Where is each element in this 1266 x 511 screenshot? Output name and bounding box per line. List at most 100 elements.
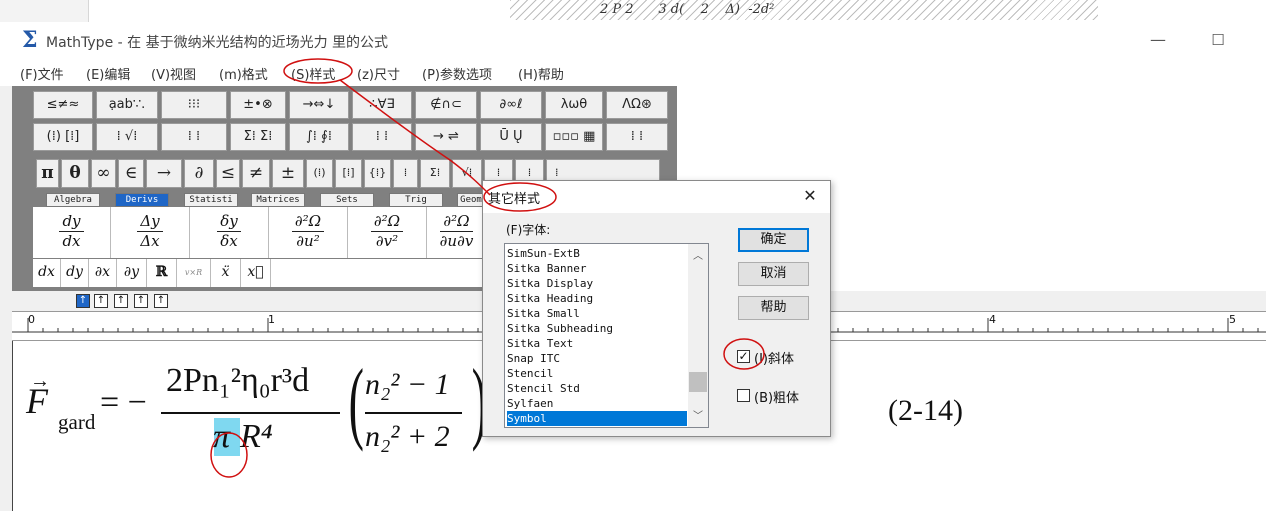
menu-size[interactable]: (z)尺寸 — [357, 64, 400, 83]
tab-algebra[interactable]: Algebra — [46, 193, 100, 207]
palette-summations[interactable]: Σ⁞ Σ⁞ — [230, 123, 286, 151]
palette-fractions-radicals[interactable]: ⁞ √⁞ — [96, 123, 158, 151]
ok-button[interactable]: 确定 — [738, 228, 809, 252]
font-option[interactable]: Sitka Heading — [507, 291, 687, 306]
tab-matrices[interactable]: Matrices — [251, 193, 305, 207]
template-brackets[interactable]: [⁞] — [335, 159, 362, 188]
menu-preferences[interactable]: (P)参数选项 — [422, 64, 492, 83]
palette-bars[interactable]: ⁞ ⁞ — [352, 123, 412, 151]
font-option[interactable]: SimSun-ExtB — [507, 246, 687, 261]
tab-trig[interactable]: Trig — [389, 193, 443, 207]
palette-operators[interactable]: ±•⊗ — [230, 91, 286, 119]
font-option[interactable]: Stencil Std — [507, 381, 687, 396]
symbol-pi[interactable]: π — [36, 159, 59, 188]
template-parentheses[interactable]: (⁞) — [306, 159, 333, 188]
scroll-down-icon[interactable]: ﹀ — [693, 407, 703, 422]
template-derivative-d[interactable]: dy dx — [33, 207, 111, 258]
font-option[interactable]: Sitka Banner — [507, 261, 687, 276]
close-icon[interactable]: ✕ — [800, 186, 820, 206]
palette-integrals[interactable]: ∫⁞ ∮⁞ — [289, 123, 349, 151]
symbol-element-of[interactable]: ∈ — [118, 159, 144, 188]
menu-style[interactable]: (S)样式 — [291, 64, 335, 83]
palette-labeled-arrows[interactable]: → ⇌ — [415, 123, 477, 151]
font-option[interactable]: Sitka Display — [507, 276, 687, 291]
cancel-button[interactable]: 取消 — [738, 262, 809, 286]
palette-arrows[interactable]: →⇔↓ — [289, 91, 349, 119]
help-button[interactable]: 帮助 — [738, 296, 809, 320]
formula-left-paren: ( — [348, 350, 364, 452]
font-option[interactable]: Sitka Subheading — [507, 321, 687, 336]
palette-sets[interactable]: ∉∩⊂ — [415, 91, 477, 119]
palette-embellishments[interactable]: ⁝⁝⁝ — [161, 91, 227, 119]
palette-scripts[interactable]: ⁞ ⁞ — [161, 123, 227, 151]
nav-button-2[interactable]: ↑ — [94, 294, 108, 308]
font-option[interactable]: Sitka Text — [507, 336, 687, 351]
font-option[interactable]: Sylfaen — [507, 396, 687, 411]
template-second-partial-v[interactable]: ∂²Ω ∂v² — [348, 207, 427, 258]
symbol-right-arrow[interactable]: → — [146, 159, 182, 188]
symbol-partial[interactable]: ∂ — [184, 159, 214, 188]
scroll-up-icon[interactable]: ︿ — [693, 247, 703, 262]
palette-relations[interactable]: ≤≠≈ — [33, 91, 93, 119]
tab-geom[interactable]: Geom — [457, 193, 485, 207]
palette-boxes[interactable]: ⁞ ⁞ — [606, 123, 668, 151]
template-dx[interactable]: dx — [33, 259, 61, 287]
font-option[interactable]: Stencil — [507, 366, 687, 381]
menu-file[interactable]: (F)文件 — [20, 64, 64, 83]
italic-checkbox[interactable]: ✓ — [737, 350, 750, 363]
template-radical[interactable]: √⁞ — [452, 159, 482, 188]
equation-number: (2-14) — [888, 394, 963, 427]
nav-button-4[interactable]: ↑ — [134, 294, 148, 308]
palette-spaces[interactable]: ạab∵. — [96, 91, 158, 119]
template-variation-ratio[interactable]: δy δx — [190, 207, 269, 258]
symbol-infinity[interactable]: ∞ — [91, 159, 116, 188]
template-braces[interactable]: {⁞} — [364, 159, 391, 188]
template-partial-y[interactable]: ∂y — [117, 259, 147, 287]
tab-statistics[interactable]: Statisti — [184, 193, 238, 207]
document-background: 2 P 2 3 d( 2 Δ) -2d² — [0, 0, 1266, 22]
font-option-selected[interactable]: Symbol — [507, 411, 687, 426]
palette-greek-lower[interactable]: λωθ — [545, 91, 603, 119]
template-empty-slot — [271, 259, 485, 287]
nav-button-3[interactable]: ↑ — [114, 294, 128, 308]
menu-format[interactable]: (m)格式 — [219, 64, 268, 83]
template-real-numbers[interactable]: ℝ — [147, 259, 177, 287]
template-numerator: ∂²Ω — [370, 212, 404, 232]
symbol-not-equal[interactable]: ≠ — [242, 159, 270, 188]
template-second-partial-u[interactable]: ∂²Ω ∂u² — [269, 207, 348, 258]
font-option[interactable]: Sitka Small — [507, 306, 687, 321]
symbol-theta[interactable]: θ — [61, 159, 89, 188]
palette-misc[interactable]: ∂∞ℓ — [480, 91, 542, 119]
italic-label: (I)斜体 — [754, 352, 794, 367]
symbol-less-equal[interactable]: ≤ — [216, 159, 240, 188]
template-dy[interactable]: dy — [61, 259, 89, 287]
menu-edit[interactable]: (E)编辑 — [86, 64, 130, 83]
scrollbar-thumb[interactable] — [689, 372, 707, 392]
maximize-button[interactable]: ☐ — [1208, 30, 1228, 50]
font-option[interactable]: Snap ITC — [507, 351, 687, 366]
template-cross-product[interactable]: v×R — [177, 259, 211, 287]
template-partial-x[interactable]: ∂x — [89, 259, 117, 287]
window-title: MathType - 在 基于微纳米光结构的近场光力 里的公式 — [46, 35, 389, 51]
minimize-button[interactable]: — — [1148, 30, 1168, 50]
palette-logic[interactable]: ∴∀∃ — [352, 91, 412, 119]
template-summation[interactable]: Σ⁞ — [420, 159, 450, 188]
tab-derivs[interactable]: Derivs — [115, 193, 169, 207]
symbol-plus-minus[interactable]: ± — [272, 159, 304, 188]
template-third-dot[interactable]: x⃛ — [241, 259, 271, 287]
menu-help[interactable]: (H)帮助 — [518, 64, 564, 83]
template-fraction[interactable]: ⁞ — [393, 159, 418, 188]
template-delta-ratio[interactable]: Δy Δx — [111, 207, 190, 258]
template-second-dot[interactable]: ẍ — [211, 259, 241, 287]
palette-matrices[interactable]: ▫▫▫ ▦ — [545, 123, 603, 151]
tab-sets[interactable]: Sets — [320, 193, 374, 207]
palette-fences[interactable]: (⁞) [⁞] — [33, 123, 93, 151]
bold-checkbox[interactable] — [737, 389, 750, 402]
palette-greek-upper[interactable]: ΛΩ⊛ — [606, 91, 668, 119]
nav-button-5[interactable]: ↑ — [154, 294, 168, 308]
menu-view[interactable]: (V)视图 — [151, 64, 196, 83]
template-mixed-partial[interactable]: ∂²Ω ∂u∂v — [427, 207, 487, 258]
font-list-scrollbar[interactable]: ︿ ﹀ — [688, 244, 708, 427]
nav-button-1[interactable]: ↑ — [76, 294, 90, 308]
palette-products[interactable]: Ū Ų — [480, 123, 542, 151]
